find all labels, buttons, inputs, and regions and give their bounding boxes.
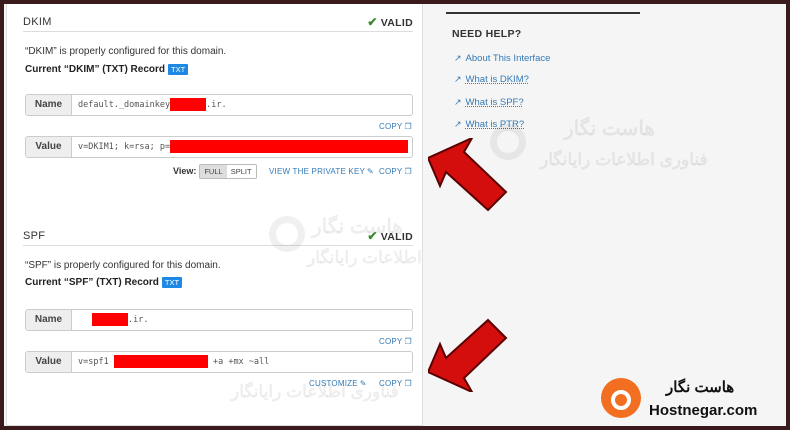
- redaction-bar: [170, 140, 409, 153]
- dkim-value-copy-button[interactable]: COPY ❐: [379, 167, 412, 176]
- spf-name-value[interactable]: .ir.: [92, 310, 148, 330]
- spf-value-label: Value: [26, 352, 72, 372]
- spf-name-field: Name .ir.: [25, 309, 413, 331]
- copy-label: COPY: [379, 337, 403, 346]
- external-link-icon: ↗: [454, 97, 462, 107]
- external-link-icon: ↗: [454, 74, 462, 84]
- copy-icon: ❐: [404, 337, 412, 346]
- dkim-name-copy-button[interactable]: COPY ❐: [379, 122, 412, 131]
- dkim-name-prefix: default._domainkey: [78, 100, 171, 110]
- txt-badge: TXT: [161, 277, 183, 288]
- dkim-status: ✔ VALID: [367, 15, 413, 29]
- email-deliverability-panel: DKIM ✔ VALID “DKIM” is properly configure…: [6, 4, 475, 426]
- help-title: NEED HELP?: [452, 28, 522, 40]
- view-private-key-link[interactable]: VIEW THE PRIVATE KEY ✎: [269, 167, 374, 176]
- spf-title: SPF: [23, 230, 46, 242]
- redaction-bar: [92, 313, 128, 326]
- spf-name-suffix: .ir.: [128, 315, 149, 325]
- view-label: View:: [173, 165, 197, 176]
- logo-en-name: Hostnegar.com: [649, 402, 758, 419]
- copy-icon: ❐: [404, 122, 412, 131]
- checkmark-icon: ✔: [367, 15, 378, 29]
- spf-value-field: Value v=spf1 +a +mx ~all: [25, 351, 413, 373]
- watermark-fa-tagline-lower: فناوری اطلاعات رایانگار: [231, 382, 399, 401]
- dkim-name-suffix: .ir.: [206, 100, 227, 110]
- dkim-section-header: DKIM ✔ VALID: [23, 10, 413, 32]
- dkim-name-value[interactable]: default._domainkey .ir.: [78, 95, 227, 115]
- watermark-fa-tagline: فناوری اطلاعات رایانگار: [540, 150, 708, 169]
- help-link-spf[interactable]: ↗ What is SPF?: [454, 97, 524, 108]
- watermark-logo-icon: [269, 216, 305, 252]
- watermark-fa-name: هاست نگار: [564, 118, 655, 140]
- dkim-value-label: Value: [26, 137, 72, 157]
- dkim-current-label: Current “DKIM” (TXT) Record: [25, 64, 165, 76]
- dkim-name-field: Name default._domainkey .ir.: [25, 94, 413, 116]
- dkim-description: “DKIM” is properly configured for this d…: [25, 46, 227, 57]
- external-link-icon: ↗: [454, 53, 462, 63]
- external-link-icon: ↗: [454, 119, 462, 129]
- view-segmented-control: FULL SPLIT: [199, 164, 257, 179]
- help-link-dkim[interactable]: ↗ What is DKIM?: [454, 74, 529, 85]
- dkim-name-label: Name: [26, 95, 72, 115]
- copy-label: COPY: [379, 122, 403, 131]
- spf-value-value[interactable]: v=spf1 +a +mx ~all: [78, 352, 269, 372]
- help-link-text: What is SPF?: [465, 97, 524, 108]
- copy-icon: ❐: [404, 167, 412, 176]
- pointer-arrow-icon: [428, 138, 508, 212]
- spf-value-suffix: +a +mx ~all: [212, 357, 270, 367]
- help-link-about[interactable]: ↗ About This Interface: [454, 53, 550, 64]
- help-divider: [446, 12, 640, 14]
- screenshot-frame: DKIM ✔ VALID “DKIM” is properly configure…: [4, 4, 786, 426]
- dkim-status-text: VALID: [380, 17, 413, 29]
- dkim-value-field: Value v=DKIM1; k=rsa; p=: [25, 136, 413, 158]
- help-link-text: About This Interface: [465, 53, 551, 64]
- watermark-fa-name: هاست نگار: [312, 216, 403, 238]
- dkim-value-prefix: v=DKIM1; k=rsa; p=: [78, 142, 171, 152]
- copy-icon: ❐: [404, 379, 412, 388]
- view-split-button[interactable]: SPLIT: [227, 165, 256, 178]
- view-private-key-label: VIEW THE PRIVATE KEY: [269, 167, 366, 176]
- logo-fa-name: هاست نگار: [666, 379, 735, 396]
- dkim-title: DKIM: [23, 16, 52, 28]
- dkim-value-value[interactable]: v=DKIM1; k=rsa; p=: [78, 137, 409, 157]
- copy-label: COPY: [379, 167, 403, 176]
- redaction-bar: [170, 98, 207, 111]
- spf-value-prefix: v=spf1: [78, 357, 109, 367]
- spf-name-copy-button[interactable]: COPY ❐: [379, 337, 412, 346]
- txt-badge: TXT: [168, 64, 189, 75]
- dkim-view-toggle: View: FULL SPLIT: [173, 164, 257, 179]
- dkim-current-record: Current “DKIM” (TXT) Record TXT: [25, 64, 189, 76]
- view-full-button[interactable]: FULL: [200, 165, 227, 178]
- spf-name-label: Name: [26, 310, 72, 330]
- hostnegar-logo-icon: [601, 378, 641, 418]
- spf-description: “SPF” is properly configured for this do…: [25, 260, 221, 271]
- help-link-text: What is DKIM?: [465, 74, 529, 85]
- spf-current-record: Current “SPF” (TXT) Record TXT: [25, 277, 183, 289]
- spf-current-label: Current “SPF” (TXT) Record: [25, 277, 159, 289]
- pointer-arrow-icon: [428, 318, 508, 392]
- pencil-icon: ✎: [367, 167, 374, 176]
- redaction-bar: [113, 355, 208, 368]
